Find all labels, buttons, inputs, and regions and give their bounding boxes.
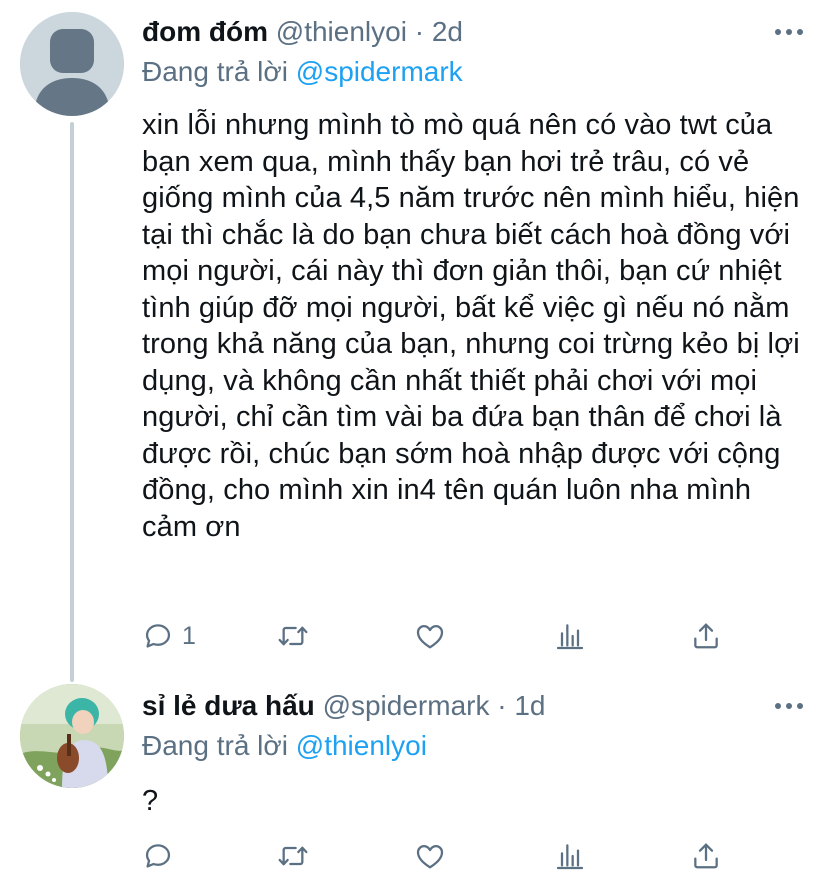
like-icon bbox=[416, 625, 444, 649]
profile-photo bbox=[20, 684, 124, 788]
share-icon bbox=[694, 623, 718, 649]
like-button[interactable] bbox=[414, 616, 446, 656]
tweet-content: đom đóm @thienlyoi · 2d Đang trả lời @sp… bbox=[142, 12, 808, 545]
handle[interactable]: @spidermark bbox=[323, 690, 490, 721]
action-bar bbox=[142, 836, 742, 876]
reply-icon bbox=[145, 624, 171, 648]
like-icon bbox=[416, 845, 444, 869]
replying-to: Đang trả lời @thienlyoi bbox=[142, 727, 808, 765]
tweet-text: xin lỗi nhưng mình tò mò quá nên có vào … bbox=[142, 109, 800, 543]
display-name[interactable]: đom đóm bbox=[142, 16, 268, 47]
stats-icon bbox=[556, 624, 584, 650]
stats-button[interactable] bbox=[554, 616, 586, 656]
share-icon bbox=[694, 843, 718, 869]
tweet-header: đom đóm @thienlyoi · 2d bbox=[142, 12, 808, 52]
tweet[interactable]: sỉ lẻ dưa hấu @spidermark · 1d Đang trả … bbox=[0, 672, 828, 882]
more-icon[interactable] bbox=[772, 688, 806, 724]
more-icon[interactable] bbox=[772, 14, 806, 50]
share-button[interactable] bbox=[690, 616, 722, 656]
tweet-text: ? bbox=[142, 785, 159, 817]
tweet[interactable]: đom đóm @thienlyoi · 2d Đang trả lời @sp… bbox=[0, 0, 828, 682]
stats-button[interactable] bbox=[554, 836, 586, 876]
replying-to-label: Đang trả lời bbox=[142, 56, 288, 87]
tweet-header: sỉ lẻ dưa hấu @spidermark · 1d bbox=[142, 686, 808, 726]
avatar[interactable] bbox=[20, 684, 124, 788]
display-name[interactable]: sỉ lẻ dưa hấu bbox=[142, 690, 315, 721]
retweet-icon bbox=[278, 626, 308, 646]
reply-button[interactable]: 1 bbox=[142, 616, 196, 656]
separator: · bbox=[414, 16, 425, 47]
action-bar: 1 bbox=[142, 616, 742, 656]
replying-to: Đang trả lời @spidermark bbox=[142, 53, 808, 91]
retweet-icon bbox=[278, 846, 308, 866]
stats-icon bbox=[556, 844, 584, 870]
default-profile-icon bbox=[20, 12, 124, 116]
thread-line bbox=[70, 122, 74, 682]
reply-count: 1 bbox=[182, 621, 196, 650]
like-button[interactable] bbox=[414, 836, 446, 876]
replying-to-mention[interactable]: @spidermark bbox=[296, 56, 463, 87]
retweet-button[interactable] bbox=[276, 616, 310, 656]
reply-button[interactable] bbox=[142, 836, 182, 876]
retweet-button[interactable] bbox=[276, 836, 310, 876]
replying-to-label: Đang trả lời bbox=[142, 730, 288, 761]
timestamp[interactable]: 2d bbox=[432, 16, 463, 47]
avatar[interactable] bbox=[20, 12, 124, 116]
tweet-content: sỉ lẻ dưa hấu @spidermark · 1d Đang trả … bbox=[142, 686, 808, 819]
timestamp[interactable]: 1d bbox=[514, 690, 545, 721]
reply-icon bbox=[145, 844, 171, 868]
replying-to-mention[interactable]: @thienlyoi bbox=[296, 730, 427, 761]
share-button[interactable] bbox=[690, 836, 722, 876]
handle[interactable]: @thienlyoi bbox=[276, 16, 407, 47]
separator: · bbox=[497, 690, 507, 721]
